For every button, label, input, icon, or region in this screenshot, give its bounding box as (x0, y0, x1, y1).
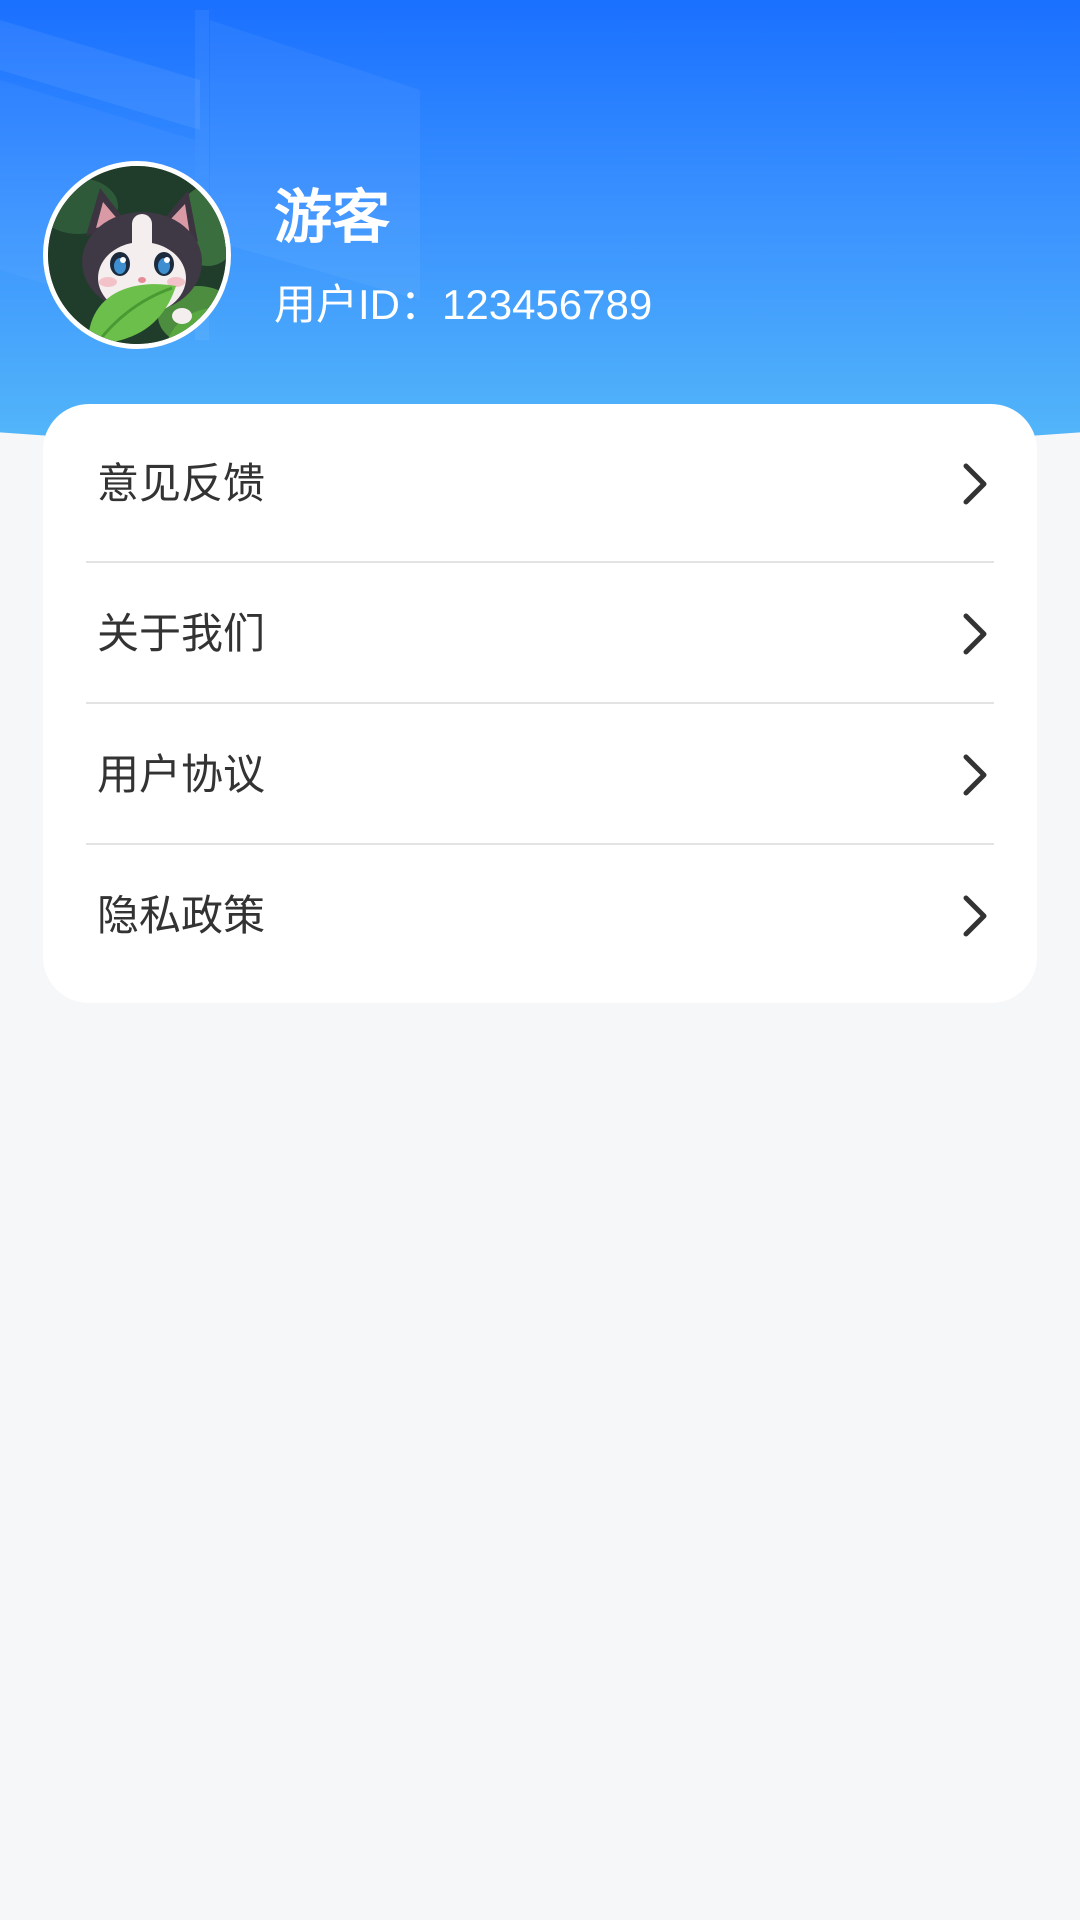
chevron-right-icon (963, 613, 987, 654)
menu-item-label: 意见反馈 (97, 459, 266, 507)
cat-avatar-image (48, 166, 226, 344)
menu-item-label: 用户协议 (97, 750, 266, 798)
user-id: 用户ID：123456789 (274, 281, 653, 328)
menu-item-label: 隐私政策 (97, 891, 266, 939)
menu-item-user-agreement[interactable]: 用户协议 (43, 704, 1037, 845)
menu-item-privacy-policy[interactable]: 隐私政策 (43, 845, 1037, 986)
chevron-right-icon (963, 895, 987, 936)
menu-item-about-us[interactable]: 关于我们 (43, 563, 1037, 704)
user-name: 游客 (274, 185, 391, 250)
menu-item-label: 关于我们 (97, 609, 266, 657)
menu-card: 意见反馈 关于我们 用户协议 隐私政策 (43, 404, 1037, 1003)
chevron-right-icon (963, 754, 987, 795)
menu-item-feedback[interactable]: 意见反馈 (43, 404, 1037, 563)
chevron-right-icon (963, 463, 987, 504)
avatar[interactable] (43, 161, 231, 349)
